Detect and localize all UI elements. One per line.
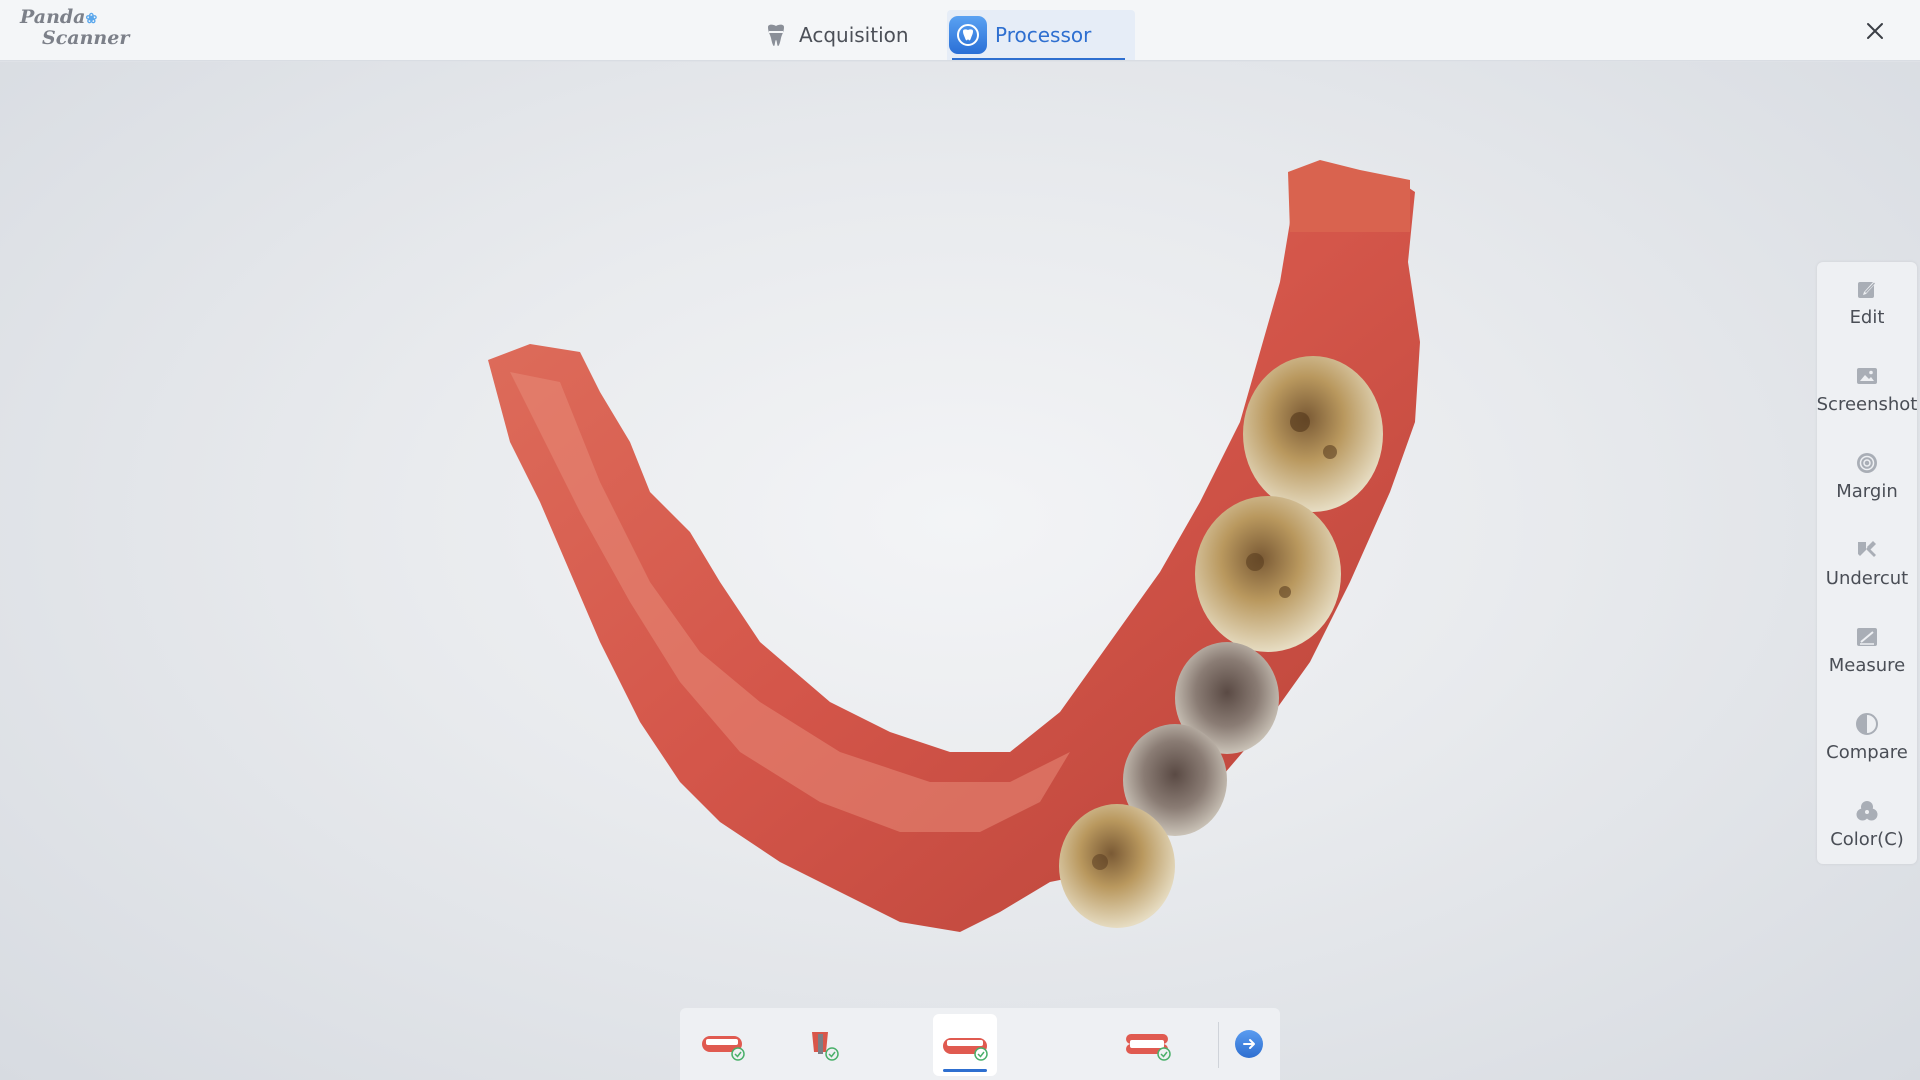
edit-icon: [1858, 280, 1876, 298]
upper-jaw-button[interactable]: [690, 1014, 754, 1076]
color-icon: [1856, 800, 1878, 820]
jaw-selector-bar: [680, 1008, 1280, 1080]
tool-edit-label: Edit: [1849, 306, 1885, 328]
title-bar: Panda❀ Scanner Acquisition Processor: [0, 0, 1920, 61]
close-button[interactable]: [1860, 16, 1890, 46]
toolbar-divider: [1218, 1022, 1219, 1068]
lower-jaw-scan-model[interactable]: [0, 62, 1920, 1080]
active-tab-indicator: [952, 58, 1125, 60]
tool-margin-label: Margin: [1836, 480, 1898, 502]
upper-jaw-icon: [702, 1036, 745, 1061]
lower-jaw-button[interactable]: [933, 1014, 997, 1076]
screenshot-icon: [1857, 367, 1877, 384]
prep-tooth-button[interactable]: [792, 1014, 856, 1076]
tab-processor[interactable]: Processor: [947, 10, 1135, 60]
tool-screenshot-label: Screenshot: [1816, 393, 1918, 415]
next-button[interactable]: [1235, 1030, 1263, 1058]
tooth-icon: [768, 24, 784, 46]
tool-edit[interactable]: Edit: [1817, 262, 1917, 342]
tool-undercut[interactable]: Undercut: [1817, 523, 1917, 603]
bite-button[interactable]: [1116, 1014, 1180, 1076]
tool-undercut-label: Undercut: [1825, 567, 1909, 589]
tool-panel: Edit Screenshot Margin Undercut Measure …: [1817, 262, 1917, 864]
tool-screenshot[interactable]: Screenshot: [1817, 349, 1917, 429]
lower-jaw-icon: [943, 1038, 988, 1061]
tab-acquisition-label: Acquisition: [799, 23, 909, 47]
bite-icon: [1126, 1034, 1171, 1061]
tool-color[interactable]: Color(C): [1817, 784, 1917, 864]
measure-icon: [1857, 627, 1877, 646]
tool-color-label: Color(C): [1830, 828, 1904, 850]
tool-compare-label: Compare: [1826, 741, 1908, 763]
tool-measure[interactable]: Measure: [1817, 610, 1917, 690]
margin-icon: [1857, 452, 1877, 473]
close-icon: [1867, 23, 1883, 39]
prep-tooth-icon: [812, 1032, 839, 1061]
arrow-right-icon: [1243, 1039, 1255, 1049]
undercut-icon: [1858, 540, 1876, 557]
active-jaw-indicator: [943, 1069, 987, 1072]
tab-processor-label: Processor: [995, 23, 1092, 47]
3d-viewport[interactable]: Edit Screenshot Margin Undercut Measure …: [0, 62, 1920, 1080]
compare-icon: [1856, 712, 1878, 735]
tab-acquisition[interactable]: Acquisition: [765, 10, 925, 60]
tool-margin[interactable]: Margin: [1817, 436, 1917, 516]
tool-measure-label: Measure: [1828, 654, 1906, 676]
mode-tabs: Acquisition Processor: [0, 0, 1920, 61]
processor-icon: [949, 16, 987, 54]
tool-compare[interactable]: Compare: [1817, 697, 1917, 777]
